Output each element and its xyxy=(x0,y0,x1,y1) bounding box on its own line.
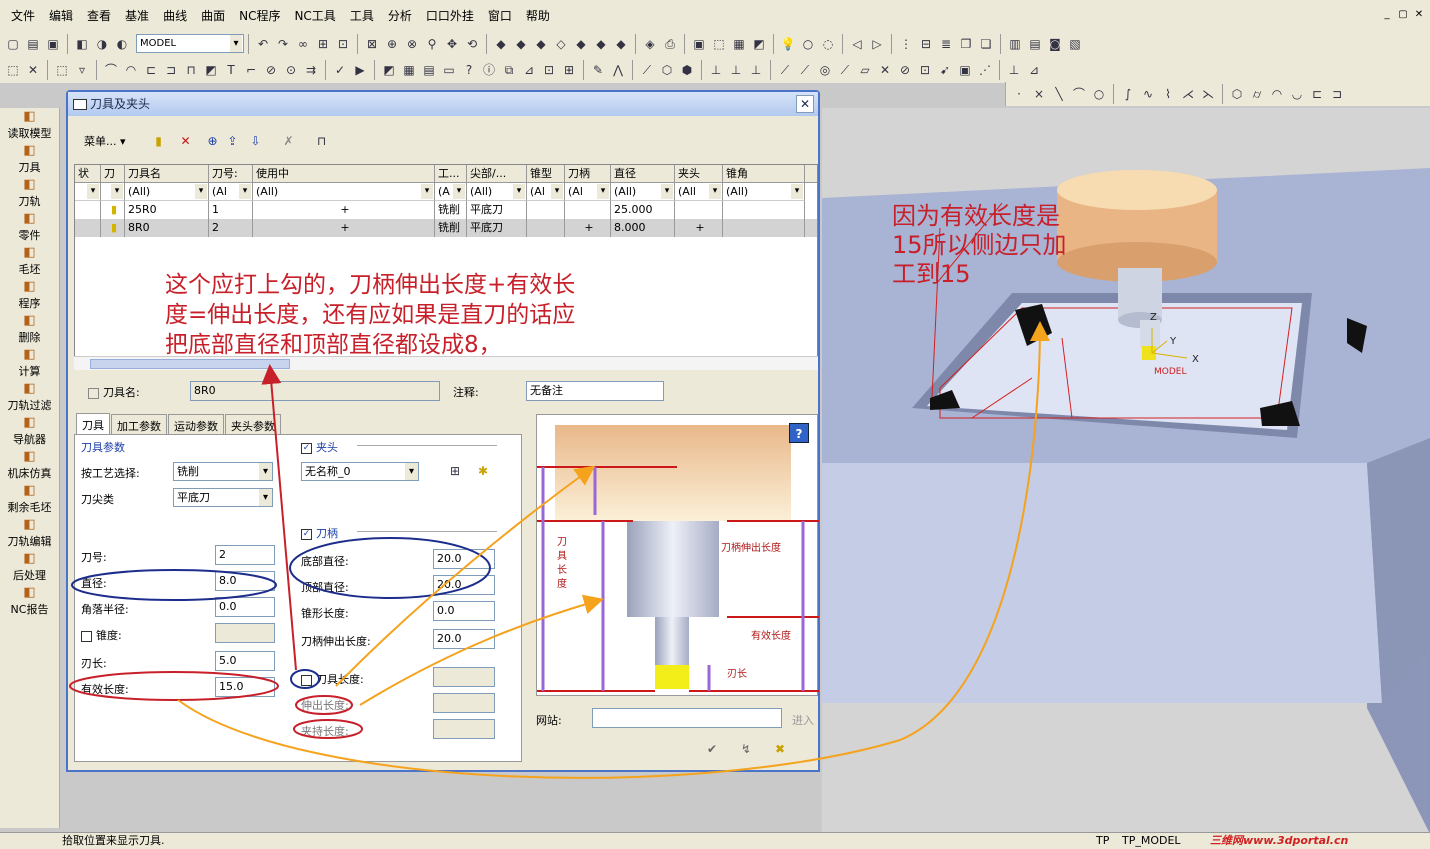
annotation-line: 度=伸出长度，还有应如果是直刀的话应 xyxy=(165,302,576,328)
annotation-line: 这个应打上勾的，刀柄伸出长度+有效长 xyxy=(165,272,576,298)
status-message: 拾取位置来显示刀具. xyxy=(62,834,165,847)
annotation-line: 把底部直径和顶部直径都设成8， xyxy=(165,332,502,358)
annotation-line: 工到15 xyxy=(892,260,971,288)
watermark: 三维网www.3dportal.cn xyxy=(1210,834,1349,847)
annotation-line: 因为有效长度是 xyxy=(892,202,1060,230)
status-model: TP_MODEL xyxy=(1122,834,1181,847)
status-bar: 拾取位置来显示刀具. TP TP_MODEL 三维网www.3dportal.c… xyxy=(0,832,1430,849)
status-tp: TP xyxy=(1096,834,1110,847)
annotation-note2: 因为有效长度是 15所以侧边只加 工到15 xyxy=(892,202,1067,289)
annotation-note1: 这个应打上勾的，刀柄伸出长度+有效长 度=伸出长度，还有应如果是直刀的话应 把底部直… xyxy=(165,270,575,360)
annotation-line: 15所以侧边只加 xyxy=(892,231,1067,259)
annotation-overlay xyxy=(69,321,1050,779)
